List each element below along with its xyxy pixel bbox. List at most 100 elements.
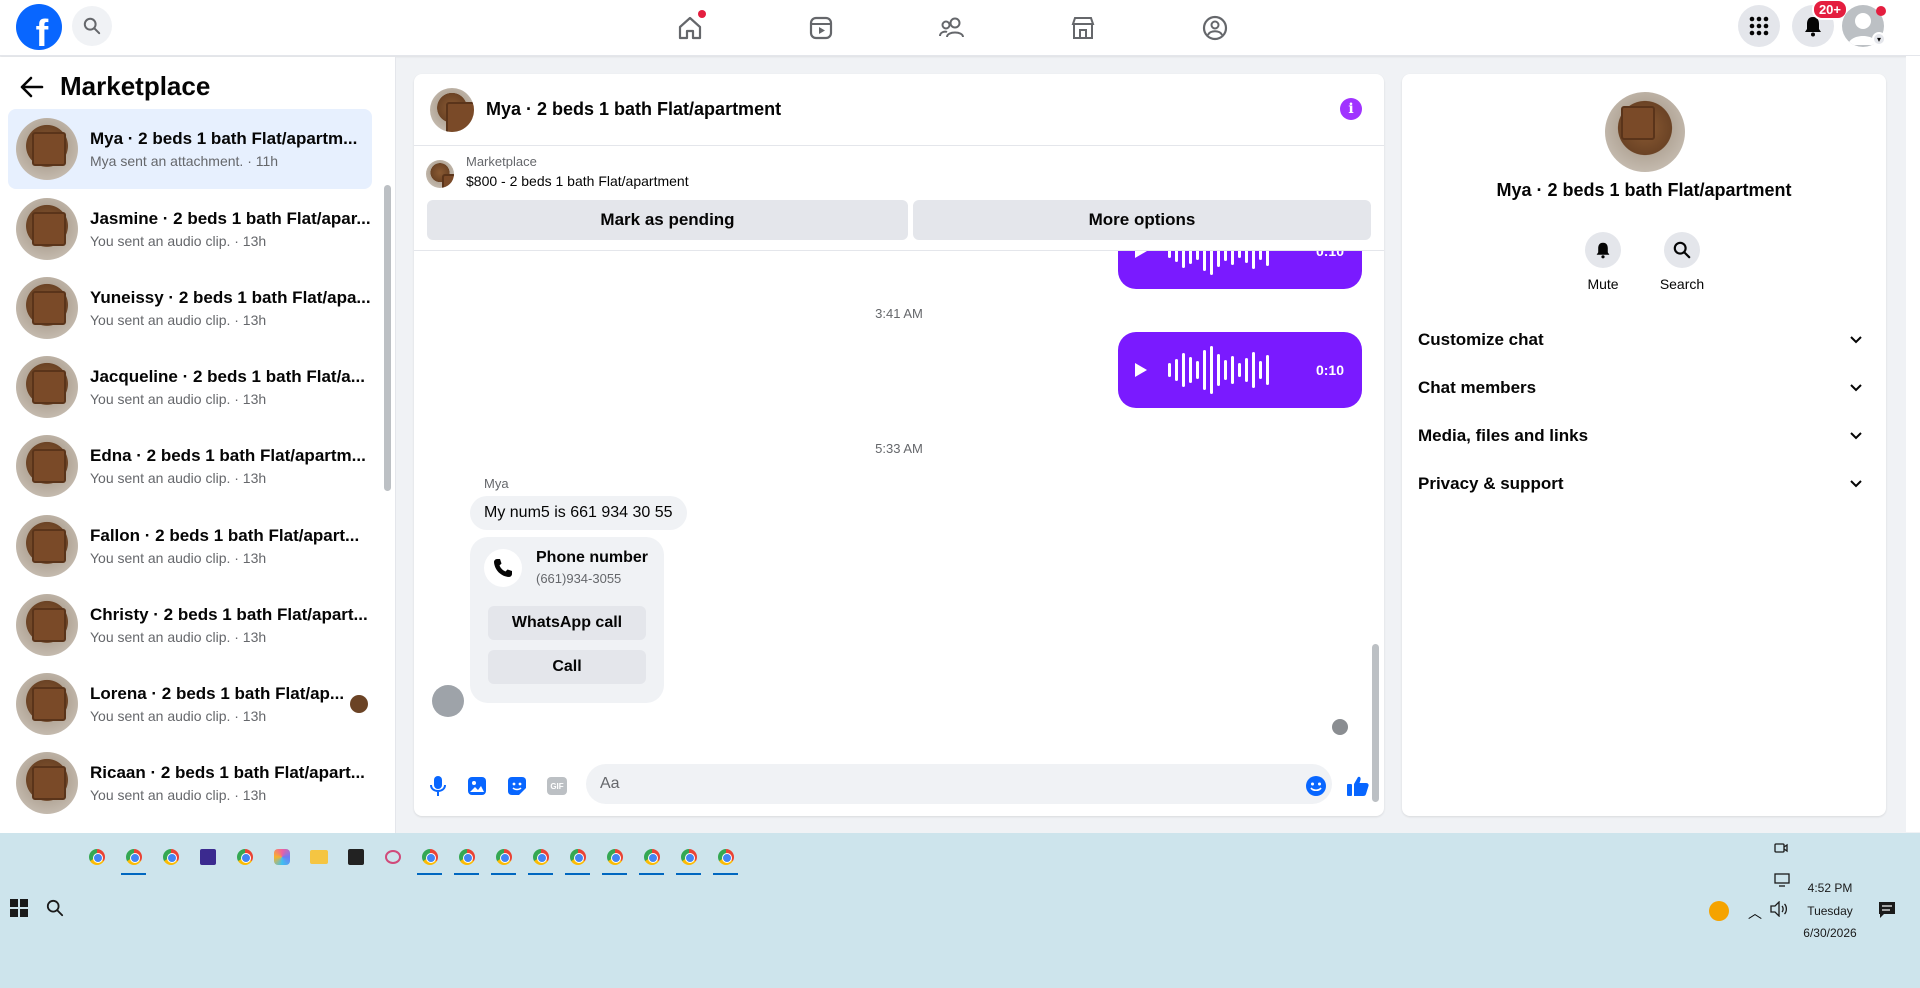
conversation-name: Edna · 2 beds 1 bath Flat/apartm... — [90, 446, 366, 465]
mark-as-pending-button[interactable]: Mark as pending — [427, 200, 908, 240]
chat-title[interactable]: Mya · 2 beds 1 bath Flat/apartment — [486, 99, 781, 120]
chat-members-section[interactable]: Chat members — [1418, 368, 1870, 408]
chrome-taskbar-icon[interactable] — [633, 839, 670, 875]
gif-icon[interactable]: GIF — [545, 774, 569, 798]
listing-thumbnail — [16, 752, 78, 814]
contact-avatar[interactable] — [1605, 92, 1685, 172]
chrome-taskbar-icon[interactable] — [485, 839, 522, 875]
windows-start-button[interactable] — [10, 899, 28, 917]
chrome-taskbar-icon[interactable] — [707, 839, 744, 875]
clock-date[interactable]: 6/30/2026 — [1792, 926, 1868, 940]
chrome-taskbar-icon[interactable] — [115, 839, 152, 875]
conversation-preview: You sent an audio clip. · 13h — [90, 550, 267, 566]
section-label: Chat members — [1418, 378, 1537, 397]
photo-icon[interactable] — [465, 774, 489, 798]
customize-chat-section[interactable]: Customize chat — [1418, 320, 1870, 360]
search-button[interactable] — [72, 6, 112, 46]
conversation-item[interactable]: Yuneissy · 2 beds 1 bath Flat/apa... You … — [8, 268, 372, 348]
search-icon — [1664, 232, 1700, 268]
conversation-item[interactable]: Lorena · 2 beds 1 bath Flat/ap... You sen… — [8, 664, 372, 744]
audio-message[interactable]: 0:10 — [1118, 332, 1362, 408]
facebook-logo[interactable]: f — [16, 4, 62, 50]
conversation-preview: You sent an audio clip. · 13h — [90, 312, 267, 328]
conversation-item[interactable]: Jacqueline · 2 beds 1 bath Flat/a... You … — [8, 347, 372, 427]
listing-banner[interactable]: Marketplace $800 - 2 beds 1 bath Flat/ap… — [426, 154, 689, 189]
volume-icon[interactable] — [1770, 900, 1788, 922]
play-icon[interactable] — [1134, 362, 1148, 378]
sidebar-title: Marketplace — [60, 71, 211, 101]
network-display-icon[interactable] — [1774, 873, 1790, 892]
chat-avatar[interactable] — [430, 87, 474, 132]
mute-button[interactable]: Mute — [1563, 232, 1643, 292]
chevron-up-icon[interactable]: ︿ — [1748, 903, 1762, 923]
whatsapp-call-button[interactable]: WhatsApp call — [488, 606, 646, 640]
chrome-taskbar-icon[interactable] — [596, 839, 633, 875]
chat-scrollbar[interactable] — [1370, 254, 1380, 802]
chrome-taskbar-icon[interactable] — [226, 839, 263, 875]
media-files-links-section[interactable]: Media, files and links — [1418, 416, 1870, 456]
audio-duration: 0:10 — [1315, 251, 1344, 259]
chrome-taskbar-icon[interactable] — [448, 839, 485, 875]
clock-day[interactable]: Tuesday — [1792, 904, 1868, 918]
menu-button[interactable] — [1738, 5, 1780, 47]
microphone-icon[interactable] — [426, 774, 450, 798]
conversation-item[interactable]: Ricaan · 2 beds 1 bath Flat/apart... You … — [8, 743, 372, 823]
nav-friends[interactable] — [932, 8, 972, 48]
conversation-name: Yuneissy · 2 beds 1 bath Flat/apa... — [90, 288, 371, 307]
play-icon[interactable] — [1134, 251, 1148, 259]
notifications-button[interactable]: 20+ — [1792, 0, 1848, 47]
message-list: 0:10 3:41 AM 0:10 5:33 AM Mya My num5 is… — [414, 251, 1384, 751]
conversation-item[interactable]: Christy · 2 beds 1 bath Flat/apart... You… — [8, 585, 372, 665]
chevron-down-icon[interactable]: ▾ — [1872, 32, 1886, 46]
call-button[interactable]: Call — [488, 650, 646, 684]
chrome-taskbar-icon[interactable] — [411, 839, 448, 875]
conversation-item[interactable]: Fallon · 2 beds 1 bath Flat/apart... You … — [8, 506, 372, 586]
app-taskbar-icon[interactable] — [189, 839, 226, 875]
copilot-taskbar-icon[interactable] — [263, 839, 300, 875]
search-in-chat-button[interactable]: Search — [1642, 232, 1722, 292]
audio-message[interactable]: 0:10 — [1118, 251, 1362, 289]
taskbar-search-icon[interactable] — [46, 899, 64, 922]
search-icon — [83, 17, 101, 35]
page-scrollbar[interactable] — [1906, 56, 1920, 832]
contact-name: Mya · 2 beds 1 bath Flat/apartment — [1496, 180, 1792, 200]
chrome-taskbar-icon[interactable] — [522, 839, 559, 875]
nav-video[interactable] — [801, 8, 841, 48]
card-title: Phone number — [536, 549, 649, 566]
chrome-taskbar-icon[interactable] — [670, 839, 707, 875]
conversation-item[interactable]: Jasmine · 2 beds 1 bath Flat/apar... You … — [8, 189, 372, 269]
weather-icon[interactable] — [1709, 901, 1729, 921]
nav-marketplace[interactable] — [1063, 8, 1103, 48]
more-options-button[interactable]: More options — [913, 200, 1371, 240]
meet-now-icon[interactable] — [1774, 841, 1788, 860]
app-taskbar-icon[interactable] — [374, 839, 411, 875]
action-center-icon[interactable] — [1878, 901, 1896, 924]
message-input[interactable] — [586, 764, 1332, 804]
search-label: Search — [1659, 276, 1705, 292]
privacy-support-section[interactable]: Privacy & support — [1418, 464, 1870, 504]
chat-info-panel: Mya · 2 beds 1 bath Flat/apartment Mute … — [1402, 74, 1886, 816]
folder-taskbar-icon[interactable] — [300, 839, 337, 875]
info-icon[interactable]: i — [1340, 98, 1362, 120]
chrome-taskbar-icon[interactable] — [152, 839, 189, 875]
app-taskbar-icon[interactable] — [337, 839, 374, 875]
thumbs-up-icon[interactable] — [1346, 774, 1370, 798]
clock-time[interactable]: 4:52 PM — [1792, 881, 1868, 895]
conversation-item[interactable]: Mya · 2 beds 1 bath Flat/apartm... Mya se… — [8, 109, 372, 189]
message-bubble[interactable]: My num5 is 661 934 30 55 — [470, 496, 687, 530]
mute-label: Mute — [1587, 276, 1619, 292]
section-label: Privacy & support — [1418, 474, 1564, 493]
emoji-icon[interactable] — [1304, 774, 1328, 798]
conversation-item[interactable]: Edna · 2 beds 1 bath Flat/apartm... You s… — [8, 426, 372, 506]
sidebar-scrollbar[interactable] — [382, 125, 392, 825]
conversation-preview: You sent an audio clip. · 13h — [90, 470, 267, 486]
friends-icon — [939, 17, 964, 38]
nav-gaming[interactable] — [1195, 8, 1235, 48]
chrome-taskbar-icon[interactable] — [78, 839, 115, 875]
nav-home[interactable] — [670, 8, 710, 48]
chrome-taskbar-icon[interactable] — [559, 839, 596, 875]
scrollbar-thumb[interactable] — [384, 185, 391, 491]
back-arrow-icon[interactable] — [20, 76, 44, 98]
sticker-icon[interactable] — [505, 774, 529, 798]
chevron-down-icon — [1850, 384, 1862, 392]
